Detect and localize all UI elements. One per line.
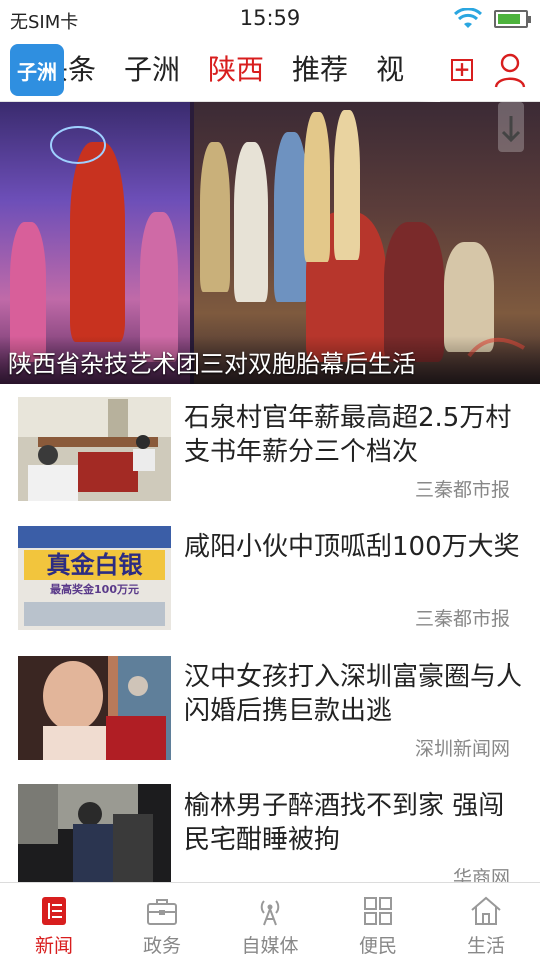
channel-tab[interactable]: 推荐 [292,38,348,102]
performer-figure [234,142,268,302]
headline-banner[interactable]: 陕西省杂技艺术团三对双胞胎幕后生活 [0,102,540,384]
news-item[interactable]: 石泉村官年薪最高超2.5万村支书年薪分三个档次 三秦都市报 [0,384,540,514]
home-icon [471,896,501,925]
tab-self-media[interactable]: 自媒体 [216,883,324,960]
briefcase-icon [147,899,177,925]
tab-label: 自媒体 [241,935,299,957]
pull-down-icon[interactable] [496,102,526,154]
news-headline: 石泉村官年薪最高超2.5万村支书年薪分三个档次 [184,403,512,467]
plus-icon[interactable]: + [451,59,473,81]
news-thumbnail: 真金白银 最高奖金100万元 [18,526,171,630]
performer-figure [70,142,125,342]
news-thumbnail [18,784,171,882]
battery-level [498,14,520,24]
lottery-headline: 真金白银 [24,550,165,580]
news-headline: 咸阳小伙中顶呱刮100万大奖 [184,532,520,562]
performer-figure [304,112,330,262]
channel-tab[interactable]: 陕西 [208,38,264,102]
news-list: 石泉村官年薪最高超2.5万村支书年薪分三个档次 三秦都市报 真金白银 最高奖金1… [0,384,540,882]
tab-label: 新闻 [34,935,73,957]
tab-government[interactable]: 政务 [108,883,216,960]
battery-icon [494,10,531,28]
wifi-icon [454,8,482,28]
user-icon[interactable] [494,52,526,88]
channel-bar: 子洲 头条 子洲 陕西 推荐视 + [0,38,540,102]
tab-news[interactable]: 新闻 [0,883,108,960]
news-source: 华商网 [452,867,510,882]
bottom-tab-bar: 新闻 政务 自媒体 便民 生活 [0,882,540,960]
channel-tab[interactable]: 视 [376,38,404,102]
app-logo[interactable]: 子洲 [10,44,64,96]
news-icon [42,897,66,925]
tabs-fade [416,38,440,102]
news-thumbnail [18,656,171,760]
news-source: 三秦都市报 [414,479,510,501]
hoop-icon [50,126,106,164]
news-item[interactable]: 汉中女孩打入深圳富豪圈与人闪婚后携巨款出逃 深圳新闻网 [0,643,540,773]
performer-figure [274,132,308,302]
performer-figure [200,142,230,292]
tab-label: 便民 [358,935,397,957]
lottery-header [18,526,171,548]
banner-title: 陕西省杂技艺术团三对双胞胎幕后生活 [8,350,416,378]
tab-label: 政务 [142,935,181,957]
news-thumbnail [18,397,171,501]
grid-icon [364,897,392,925]
news-item[interactable]: 榆林男子醉酒找不到家 强闯民宅酣睡被拘 华商网 [0,772,540,882]
news-item[interactable]: 真金白银 最高奖金100万元 咸阳小伙中顶呱刮100万大奖 三秦都市报 [0,513,540,643]
news-source: 三秦都市报 [414,608,510,630]
lottery-scratch-area [24,602,165,626]
channel-tabs: 头条 子洲 陕西 推荐视 [40,38,440,102]
news-headline: 汉中女孩打入深圳富豪圈与人闪婚后携巨款出逃 [184,662,523,726]
status-bar: 无SIM卡 15:59 [0,0,540,38]
tab-life[interactable]: 生活 [432,883,540,960]
lottery-prize: 最高奖金100万元 [50,583,139,596]
tab-services[interactable]: 便民 [324,883,432,960]
news-headline: 榆林男子醉酒找不到家 强闯民宅酣睡被拘 [184,791,505,855]
broadcast-icon [260,900,280,926]
performer-figure [334,110,360,260]
tab-label: 生活 [466,935,505,957]
channel-tab[interactable]: 子洲 [124,38,180,102]
news-source: 深圳新闻网 [414,738,510,760]
logo-text: 子洲 [17,59,57,84]
